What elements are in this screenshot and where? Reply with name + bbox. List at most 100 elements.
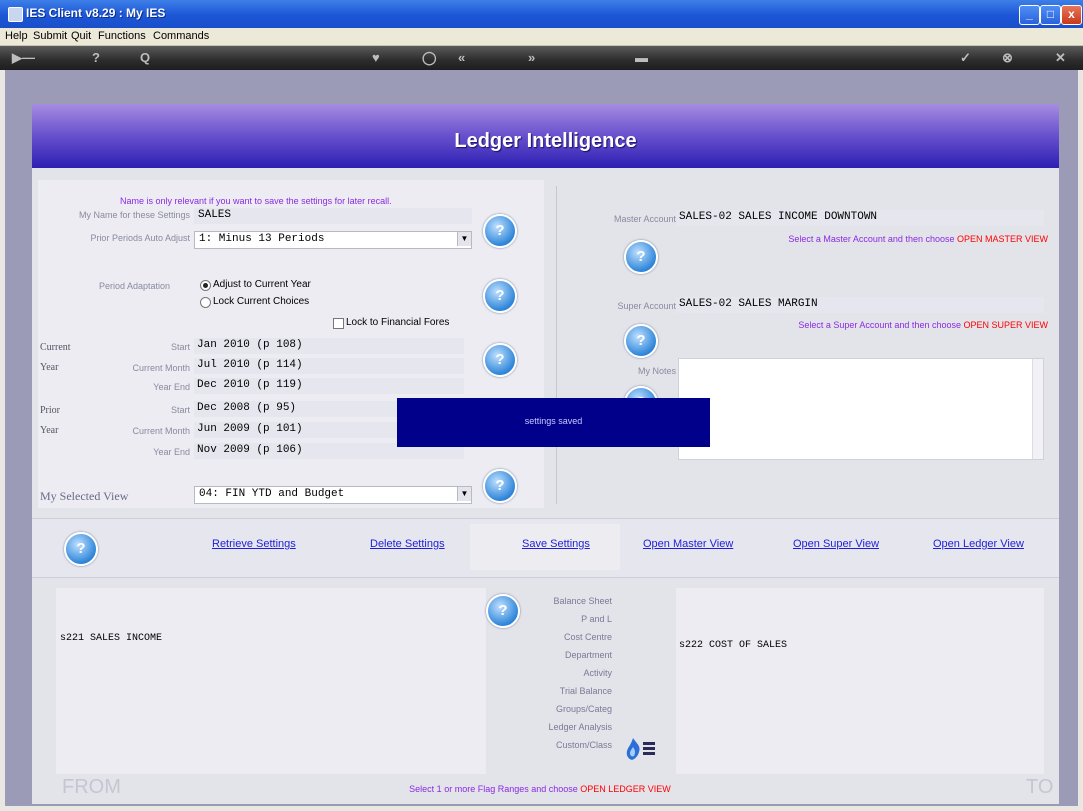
menu-submit[interactable]: Submit xyxy=(33,30,67,42)
open-master-view-link[interactable]: Open Master View xyxy=(643,538,733,550)
current-month-field[interactable]: Jul 2010 (p 114) xyxy=(194,358,464,374)
app-window: IES Client v8.29 : My IES _ □ x Help Sub… xyxy=(0,0,1083,811)
menu-commands[interactable]: Commands xyxy=(153,30,209,42)
super-account-label: Super Account xyxy=(617,301,676,311)
maximize-button[interactable]: □ xyxy=(1040,5,1061,25)
minimize-bar-icon[interactable]: ▬ xyxy=(635,50,648,65)
master-account-field[interactable]: SALES-02 SALES INCOME DOWNTOWN xyxy=(676,210,1044,226)
notes-scrollbar[interactable] xyxy=(1032,359,1043,459)
dropdown-arrow-icon[interactable]: ▼ xyxy=(457,232,471,246)
search-icon[interactable]: Q xyxy=(140,50,150,65)
toast-text: settings saved xyxy=(524,416,583,426)
my-name-value: SALES xyxy=(198,209,232,221)
close-icon[interactable]: ✕ xyxy=(1055,50,1066,66)
prior-periods-value: 1: Minus 13 Periods xyxy=(199,233,325,245)
menu-functions[interactable]: Functions xyxy=(98,30,146,42)
delete-settings-link[interactable]: Delete Settings xyxy=(370,538,445,550)
selected-view-select[interactable]: 04: FIN YTD and Budget ▼ xyxy=(194,486,472,504)
to-flag-panel[interactable] xyxy=(676,588,1044,774)
master-hint-text: Select a Master Account and then choose xyxy=(788,234,957,244)
help-button-super[interactable]: ? xyxy=(624,324,658,358)
master-hint: Select a Master Account and then choose … xyxy=(700,234,1048,244)
from-flag-panel[interactable] xyxy=(56,588,486,774)
flag-p-and-l[interactable]: P and L xyxy=(522,614,612,624)
next-icon[interactable]: » xyxy=(528,50,535,65)
cancel-icon[interactable]: ⊗ xyxy=(1002,50,1013,66)
power-icon[interactable]: ◯ xyxy=(422,50,437,66)
lock-current-choices-radio[interactable] xyxy=(200,297,211,308)
master-hint-action: OPEN MASTER VIEW xyxy=(956,234,1048,244)
help-button-flags[interactable]: ? xyxy=(486,594,520,628)
current-start-field[interactable]: Jan 2010 (p 108) xyxy=(194,338,464,354)
vertical-divider xyxy=(556,186,557,504)
title-bar[interactable]: IES Client v8.29 : My IES _ □ x xyxy=(0,0,1083,29)
help-button-actions[interactable]: ? xyxy=(64,532,98,566)
flag-trial-balance[interactable]: Trial Balance xyxy=(522,686,612,696)
notes-label: My Notes xyxy=(637,366,676,376)
flag-groups[interactable]: Groups/Categ xyxy=(522,704,612,714)
flag-activity[interactable]: Activity xyxy=(522,668,612,678)
open-ledger-view-link[interactable]: Open Ledger View xyxy=(933,538,1024,550)
current-year-label: Year xyxy=(40,362,59,373)
current-end-field[interactable]: Dec 2010 (p 119) xyxy=(194,378,464,394)
current-month-label: Current Month xyxy=(132,363,190,373)
super-hint-action: OPEN SUPER VIEW xyxy=(963,320,1048,330)
current-end-value: Dec 2010 (p 119) xyxy=(197,379,303,391)
help-button-period[interactable]: ? xyxy=(483,279,517,313)
save-settings-link[interactable]: Save Settings xyxy=(522,538,590,550)
lock-current-choices-label: Lock Current Choices xyxy=(213,296,310,307)
flame-logo-icon xyxy=(624,736,658,762)
settings-note: Name is only relevant if you want to sav… xyxy=(120,196,392,206)
current-start-value: Jan 2010 (p 108) xyxy=(197,339,303,351)
to-flag-value: s222 COST OF SALES xyxy=(679,640,788,651)
menu-bar: Help Submit Quit Functions Commands xyxy=(0,28,1083,46)
super-account-value: SALES-02 SALES MARGIN xyxy=(679,298,818,310)
selected-view-value: 04: FIN YTD and Budget xyxy=(199,488,345,500)
notes-textarea[interactable] xyxy=(678,358,1044,460)
flag-custom[interactable]: Custom/Class xyxy=(522,740,612,750)
flag-ledger-analysis[interactable]: Ledger Analysis xyxy=(522,722,612,732)
ok-icon[interactable]: ✓ xyxy=(960,50,971,66)
open-super-view-link[interactable]: Open Super View xyxy=(793,538,879,550)
prior-start-value: Dec 2008 (p 95) xyxy=(197,402,297,414)
super-account-field[interactable]: SALES-02 SALES MARGIN xyxy=(676,297,1044,313)
previous-icon[interactable]: « xyxy=(458,50,465,65)
flag-department[interactable]: Department xyxy=(522,650,612,660)
my-name-field[interactable]: SALES xyxy=(194,208,472,224)
master-account-value: SALES-02 SALES INCOME DOWNTOWN xyxy=(679,211,878,223)
app-icon xyxy=(8,7,23,22)
back-arrow-icon[interactable]: ▶— xyxy=(12,50,35,66)
prior-month-label: Current Month xyxy=(132,426,190,436)
current-year-end-label: Year End xyxy=(153,382,190,392)
flag-cost-centre[interactable]: Cost Centre xyxy=(522,632,612,642)
from-flag-value: s221 SALES INCOME xyxy=(60,633,163,644)
help-button-current[interactable]: ? xyxy=(483,343,517,377)
current-start-label: Start xyxy=(170,342,190,352)
lock-forecast-checkbox[interactable] xyxy=(333,318,344,329)
dropdown-arrow-icon[interactable]: ▼ xyxy=(457,487,471,501)
prior-periods-select[interactable]: 1: Minus 13 Periods ▼ xyxy=(194,231,472,249)
help-button-view[interactable]: ? xyxy=(483,469,517,503)
master-account-label: Master Account xyxy=(613,214,676,224)
super-hint: Select a Super Account and then choose O… xyxy=(700,320,1048,330)
my-name-label: My Name for these Settings xyxy=(78,210,190,220)
minimize-button[interactable]: _ xyxy=(1019,5,1040,25)
menu-quit[interactable]: Quit xyxy=(71,30,91,42)
to-label: TO xyxy=(1026,776,1054,798)
flag-balance-sheet[interactable]: Balance Sheet xyxy=(522,596,612,606)
settings-saved-toast: settings saved xyxy=(397,398,710,447)
adjust-to-current-year-label: Adjust to Current Year xyxy=(213,279,311,290)
from-label: FROM xyxy=(62,776,121,798)
prior-year-end-label: Year End xyxy=(153,447,190,457)
favourite-icon[interactable]: ♥ xyxy=(372,50,380,65)
help-button-prior[interactable]: ? xyxy=(483,214,517,248)
help-icon[interactable]: ? xyxy=(92,50,100,65)
prior-label: Prior xyxy=(40,405,60,416)
close-window-button[interactable]: x xyxy=(1061,5,1082,25)
retrieve-settings-link[interactable]: Retrieve Settings xyxy=(212,538,296,550)
prior-periods-label: Prior Periods Auto Adjust xyxy=(90,233,190,243)
help-button-master[interactable]: ? xyxy=(624,240,658,274)
menu-help[interactable]: Help xyxy=(5,30,28,42)
period-adaptation-label: Period Adaptation xyxy=(98,281,170,291)
adjust-to-current-year-radio[interactable] xyxy=(200,280,211,291)
